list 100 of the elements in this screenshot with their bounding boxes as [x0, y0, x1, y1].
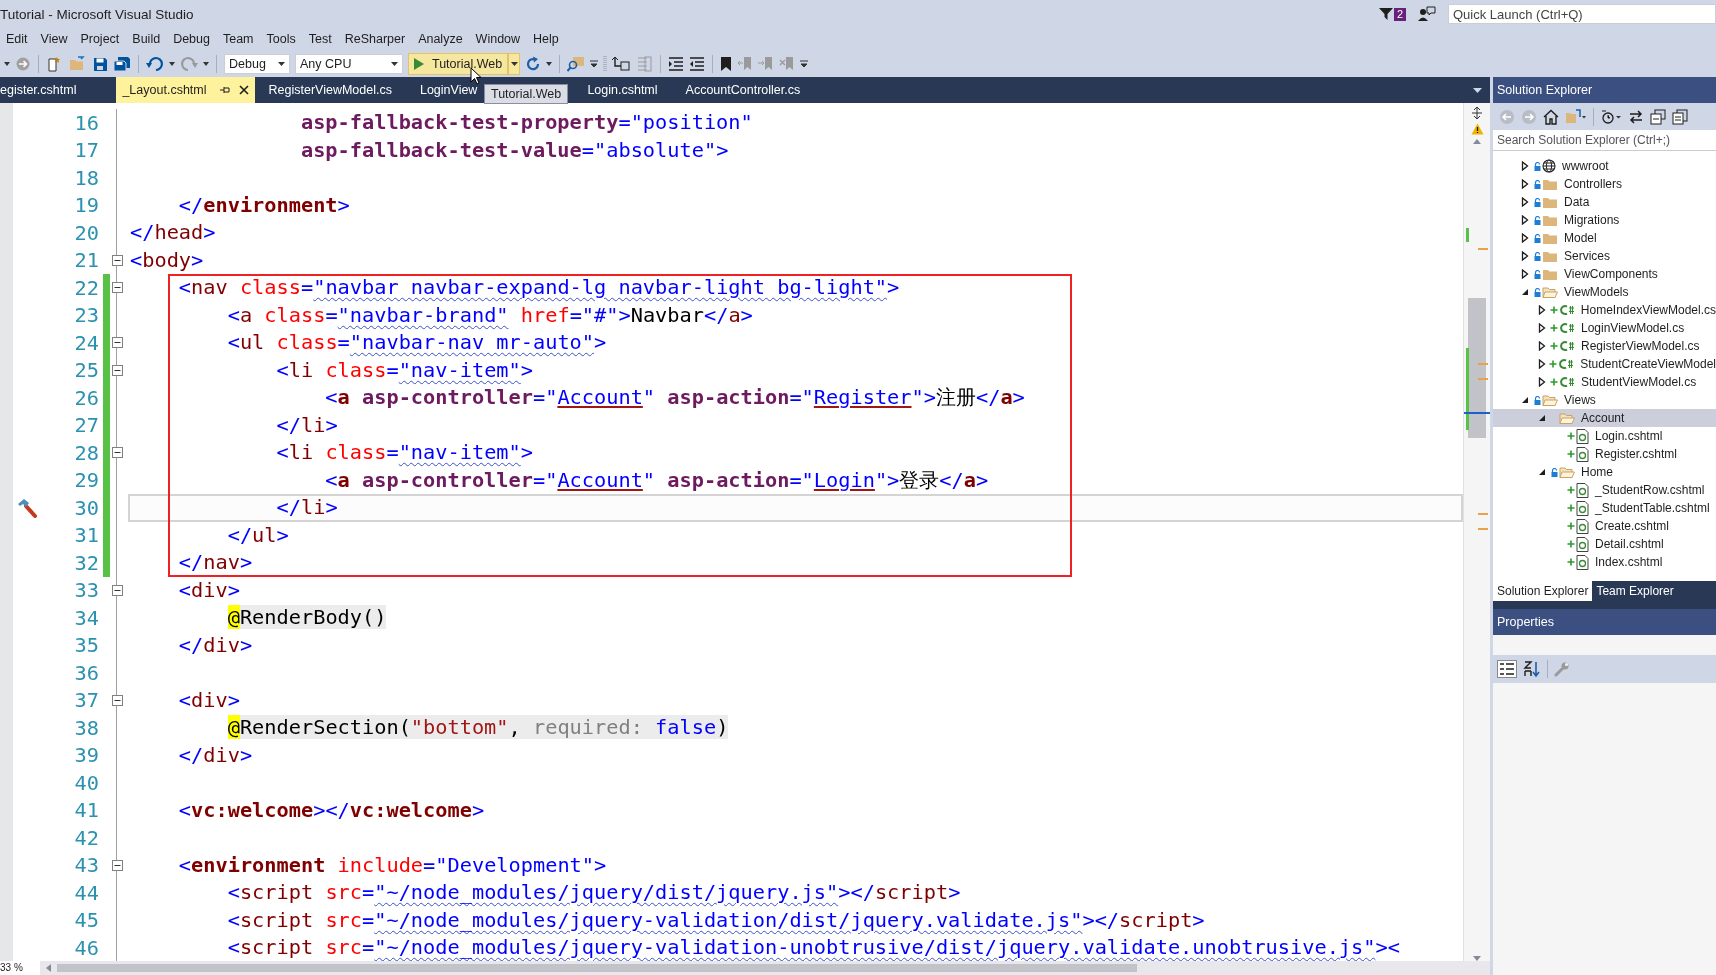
- categorized-icon[interactable]: [1497, 660, 1517, 678]
- document-tab[interactable]: Login.cshtml: [573, 77, 672, 103]
- sort-icon[interactable]: [1523, 660, 1541, 678]
- dropdown-arrow-icon[interactable]: [169, 61, 175, 66]
- tree-item[interactable]: Login.cshtml: [1493, 427, 1716, 445]
- collapsed-arrow-icon[interactable]: [1521, 233, 1529, 243]
- expanded-arrow-icon[interactable]: [1521, 396, 1529, 404]
- collapsed-arrow-icon[interactable]: [1538, 323, 1546, 333]
- tree-item[interactable]: Create.cshtml: [1493, 517, 1716, 535]
- menu-item[interactable]: Help: [527, 32, 566, 46]
- sync-icon[interactable]: [1628, 108, 1644, 125]
- quick-launch-field[interactable]: Quick Launch (Ctrl+Q): [1448, 4, 1716, 24]
- step-into-icon[interactable]: [612, 55, 631, 72]
- dropdown-arrow-icon[interactable]: [203, 61, 209, 66]
- collapsed-arrow-icon[interactable]: [1538, 359, 1546, 369]
- tree-item[interactable]: Home: [1493, 463, 1716, 481]
- tree-item[interactable]: wwwroot: [1493, 157, 1716, 175]
- scroll-up-icon[interactable]: [1473, 139, 1481, 144]
- tree-item[interactable]: Controllers: [1493, 175, 1716, 193]
- find-in-files-icon[interactable]: [567, 55, 586, 72]
- tree-item[interactable]: Migrations: [1493, 211, 1716, 229]
- collapsed-arrow-icon[interactable]: [1538, 305, 1546, 315]
- collapsed-arrow-icon[interactable]: [1521, 161, 1529, 171]
- notification-badge[interactable]: 2: [1393, 8, 1406, 21]
- pin-icon[interactable]: [218, 85, 231, 95]
- save-all-icon[interactable]: [113, 55, 131, 72]
- tree-item[interactable]: ViewComponents: [1493, 265, 1716, 283]
- expanded-arrow-icon[interactable]: [1538, 414, 1546, 422]
- tree-item[interactable]: _StudentRow.cshtml: [1493, 481, 1716, 499]
- collapsed-arrow-icon[interactable]: [1521, 197, 1529, 207]
- collapse-icon[interactable]: [112, 364, 123, 376]
- close-icon[interactable]: [238, 85, 249, 95]
- tree-item[interactable]: Register.cshtml: [1493, 445, 1716, 463]
- horizontal-scrollbar[interactable]: [57, 964, 1137, 972]
- scroll-left-icon[interactable]: [46, 964, 51, 972]
- collapse-icon[interactable]: [112, 282, 123, 294]
- pending-changes-icon[interactable]: [1600, 108, 1622, 125]
- outdent-icon[interactable]: [689, 55, 706, 72]
- tree-item[interactable]: Detail.cshtml: [1493, 535, 1716, 553]
- collapsed-arrow-icon[interactable]: [1521, 269, 1529, 279]
- tree-item[interactable]: Account: [1493, 409, 1716, 427]
- tree-item[interactable]: StudentCreateViewModel: [1493, 355, 1716, 373]
- menu-item[interactable]: Team: [216, 32, 261, 46]
- collapse-icon[interactable]: [112, 337, 123, 349]
- tree-item[interactable]: _StudentTable.cshtml: [1493, 499, 1716, 517]
- menu-item[interactable]: Build: [126, 32, 168, 46]
- collapse-icon[interactable]: [112, 447, 123, 459]
- collapse-icon[interactable]: [112, 254, 123, 266]
- document-tab[interactable]: AccountController.cs: [671, 77, 815, 103]
- tree-item[interactable]: Model: [1493, 229, 1716, 247]
- menu-item[interactable]: Test: [302, 32, 339, 46]
- start-dropdown[interactable]: [508, 52, 521, 75]
- collapsed-arrow-icon[interactable]: [1521, 179, 1529, 189]
- expanded-arrow-icon[interactable]: [1538, 468, 1546, 476]
- tree-item[interactable]: Views: [1493, 391, 1716, 409]
- refresh-icon[interactable]: [525, 55, 542, 72]
- collapsed-arrow-icon[interactable]: [1538, 341, 1546, 351]
- collapsed-arrow-icon[interactable]: [1521, 215, 1529, 225]
- tree-item[interactable]: LoginViewModel.cs: [1493, 319, 1716, 337]
- document-tab[interactable]: RegisterViewModel.cs: [254, 77, 406, 103]
- configuration-dropdown[interactable]: Debug: [224, 53, 290, 74]
- home-icon[interactable]: [1543, 108, 1559, 125]
- vertical-scrollbar[interactable]: [1463, 103, 1490, 961]
- collapse-icon[interactable]: [112, 584, 123, 596]
- dropdown-arrow-icon[interactable]: [4, 61, 10, 66]
- feedback-icon[interactable]: [1418, 6, 1436, 22]
- collapse-all-icon[interactable]: [1650, 108, 1666, 125]
- overflow-icon[interactable]: [800, 59, 809, 68]
- tree-item[interactable]: Index.cshtml: [1493, 553, 1716, 571]
- collapse-icon[interactable]: [112, 694, 123, 706]
- panel-tab[interactable]: Team Explorer: [1592, 581, 1678, 601]
- collapse-icon[interactable]: [112, 859, 123, 871]
- tree-item[interactable]: RegisterViewModel.cs: [1493, 337, 1716, 355]
- platform-dropdown[interactable]: Any CPU: [295, 53, 403, 74]
- zoom-dropdown[interactable]: 33 %: [0, 961, 40, 975]
- bookmark-icon[interactable]: [720, 55, 733, 72]
- menu-item[interactable]: View: [34, 32, 75, 46]
- undo-icon[interactable]: [146, 55, 164, 72]
- dropdown-arrow-icon[interactable]: [546, 61, 553, 66]
- tree-item[interactable]: Services: [1493, 247, 1716, 265]
- menu-item[interactable]: Analyze: [412, 32, 470, 46]
- menu-item[interactable]: Project: [74, 32, 127, 46]
- save-icon[interactable]: [92, 55, 108, 72]
- document-tab[interactable]: egister.cshtml: [0, 77, 117, 103]
- overflow-icon[interactable]: [590, 59, 599, 68]
- panel-tab[interactable]: Solution Explorer: [1493, 581, 1593, 601]
- document-tab[interactable]: _Layout.cshtml: [116, 77, 255, 103]
- menu-item[interactable]: Window: [469, 32, 528, 46]
- split-icon[interactable]: [1471, 107, 1483, 119]
- expanded-arrow-icon[interactable]: [1521, 288, 1529, 296]
- tree-item[interactable]: StudentViewModel.cs: [1493, 373, 1716, 391]
- collapsed-arrow-icon[interactable]: [1538, 377, 1546, 387]
- collapsed-arrow-icon[interactable]: [1521, 251, 1529, 261]
- menu-item[interactable]: ReSharper: [338, 32, 413, 46]
- menu-item[interactable]: Debug: [167, 32, 217, 46]
- indent-icon[interactable]: [668, 55, 685, 72]
- tree-item[interactable]: ViewModels: [1493, 283, 1716, 301]
- search-field[interactable]: Search Solution Explorer (Ctrl+;): [1493, 130, 1716, 151]
- scroll-thumb[interactable]: [1468, 298, 1486, 438]
- menu-item[interactable]: Edit: [0, 32, 35, 46]
